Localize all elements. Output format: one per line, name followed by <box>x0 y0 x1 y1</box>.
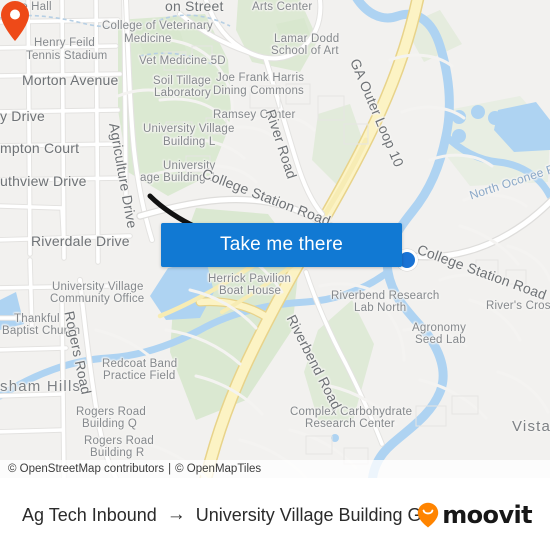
route-summary: Ag Tech Inbound → University Village Bui… <box>22 504 422 526</box>
moovit-logo[interactable]: moovit <box>417 501 533 529</box>
take-me-there-button[interactable]: Take me there <box>161 223 402 267</box>
map-canvas[interactable]: age Hall College of Veterinary Medicine Art… <box>0 0 550 478</box>
attribution-tiles[interactable]: © OpenMapTiles <box>175 463 261 475</box>
origin-label: Ag Tech Inbound <box>22 504 157 525</box>
trip-footer: Ag Tech Inbound → University Village Bui… <box>0 478 550 550</box>
attribution-osm[interactable]: © OpenStreetMap contributors <box>8 463 164 475</box>
map-attribution: © OpenStreetMap contributors | © OpenMap… <box>0 460 550 478</box>
destination-label: University Village Building G <box>195 504 422 525</box>
arrow-icon: → <box>166 504 186 525</box>
moovit-map-screen: age Hall College of Veterinary Medicine Art… <box>0 0 550 550</box>
moovit-pin-icon <box>418 502 439 528</box>
attribution-separator: | <box>168 463 172 475</box>
moovit-wordmark: moovit <box>442 501 532 529</box>
